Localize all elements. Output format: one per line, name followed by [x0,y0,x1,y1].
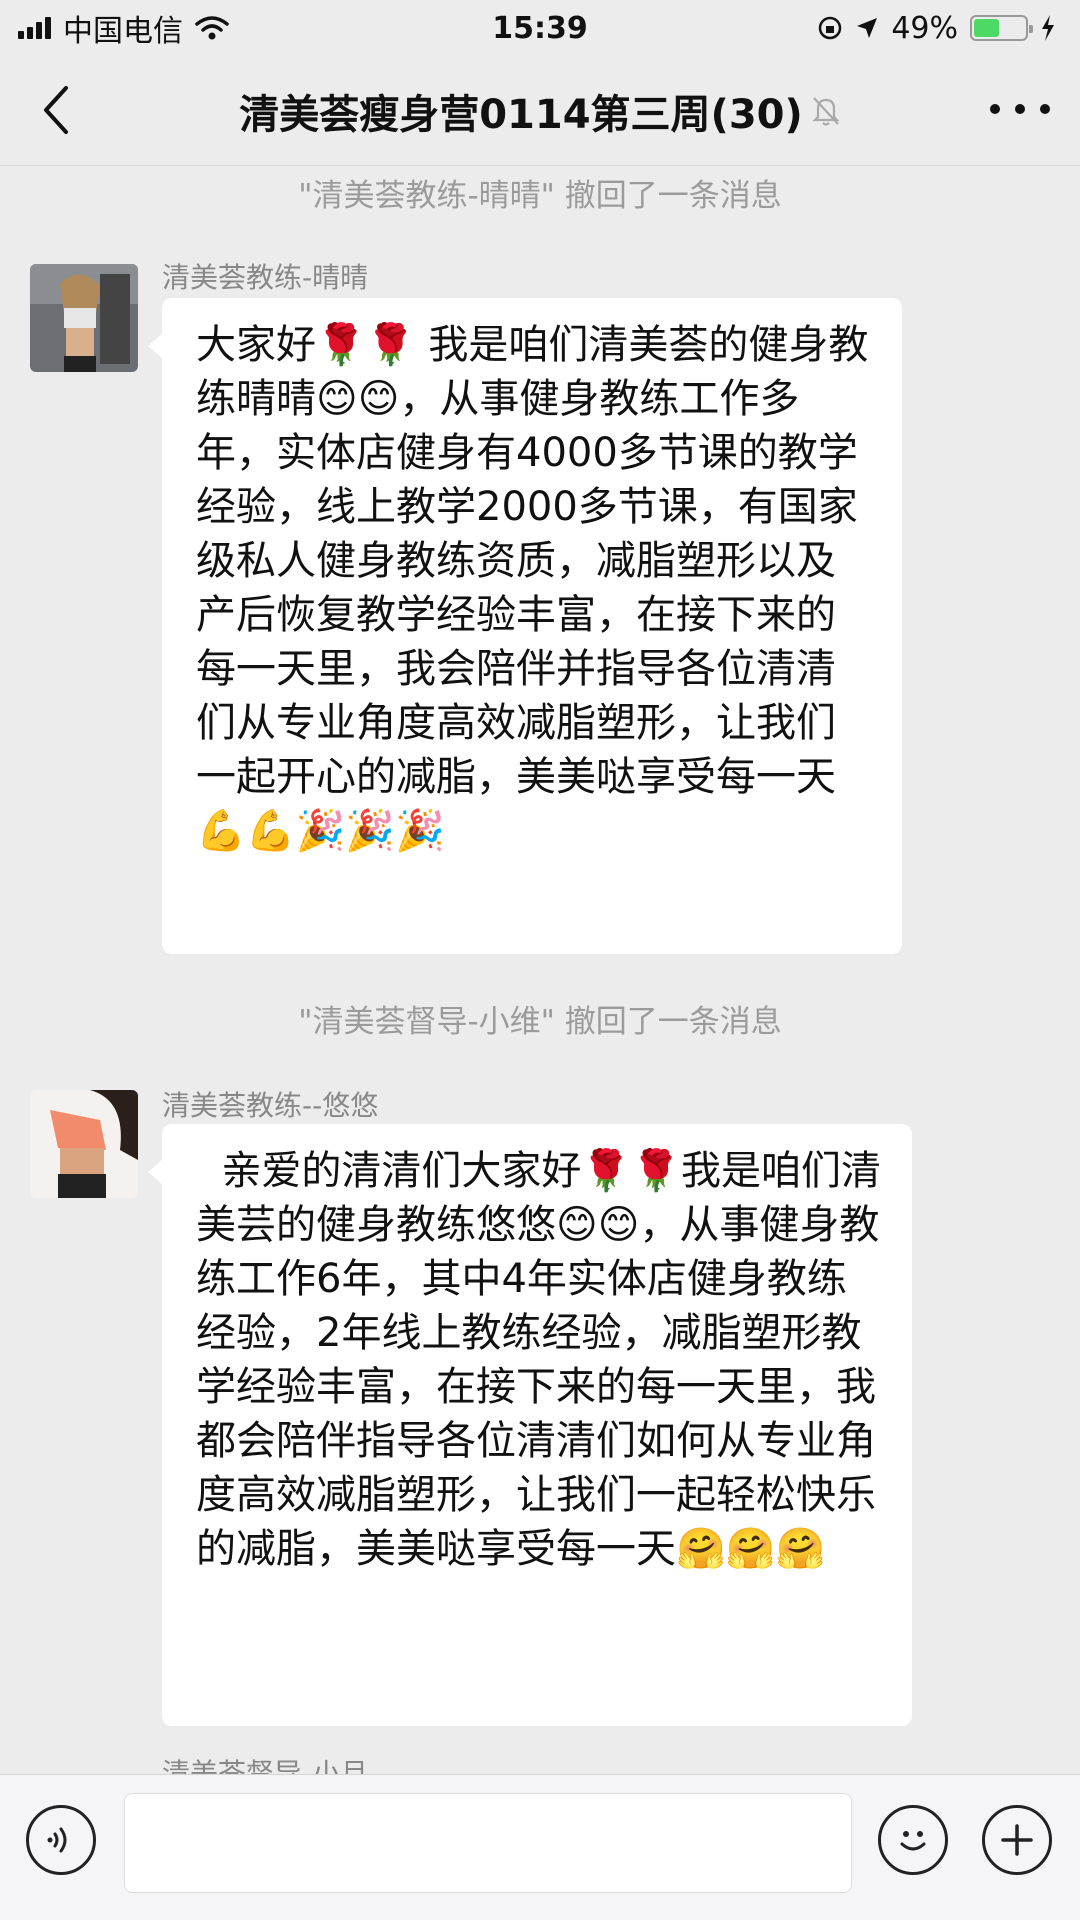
message-input[interactable] [124,1793,852,1893]
charging-icon [1042,15,1054,41]
message-bubble[interactable]: 大家好🌹🌹 我是咱们清美荟的健身教练晴晴😊😊，从事健身教练工作多年，实体店健身有… [148,298,902,954]
page-title: 清美荟瘦身营0114第三周(30) [239,82,841,140]
sender-name: 清美荟教练-晴晴 [162,261,369,294]
carrier-label: 中国电信 [63,14,183,49]
battery-fill [974,19,999,37]
avatar[interactable] [30,264,138,372]
sender-name: 清美荟教练--悠悠 [162,1089,379,1122]
system-message: "清美荟教练-晴晴" 撤回了一条消息 [298,178,782,214]
status-bar: 中国电信 15:39 49% [0,0,1080,56]
message-bubble[interactable]: 亲爱的清清们大家好🌹🌹我是咱们清美芸的健身教练悠悠😊😊，从事健身教练工作6年，其… [148,1124,912,1726]
location-icon [857,18,878,38]
chat-header: 清美荟瘦身营0114第三周(30) [0,56,1080,166]
status-right: 49% [817,11,1056,46]
avatar[interactable] [30,1090,138,1198]
system-message: "清美荟督导-小维" 撤回了一条消息 [298,1004,782,1040]
status-left: 中国电信 [18,6,229,50]
battery-icon [970,15,1033,41]
chevron-left-icon[interactable] [36,82,80,138]
signal-icon [18,17,51,39]
plus-icon[interactable] [982,1805,1052,1875]
orientation-lock-icon [819,16,842,40]
input-bar [0,1774,1080,1920]
bell-slash-icon [812,96,840,126]
wifi-icon [195,16,229,40]
sender-name: 清美荟督导-小月 [162,1757,369,1774]
battery-percent: 49% [891,10,958,46]
voice-icon[interactable] [26,1805,96,1875]
chat-title: 清美荟瘦身营0114第三周(30) [239,91,803,138]
more-dots-icon[interactable] [990,94,1050,124]
emoji-icon[interactable] [878,1805,948,1875]
